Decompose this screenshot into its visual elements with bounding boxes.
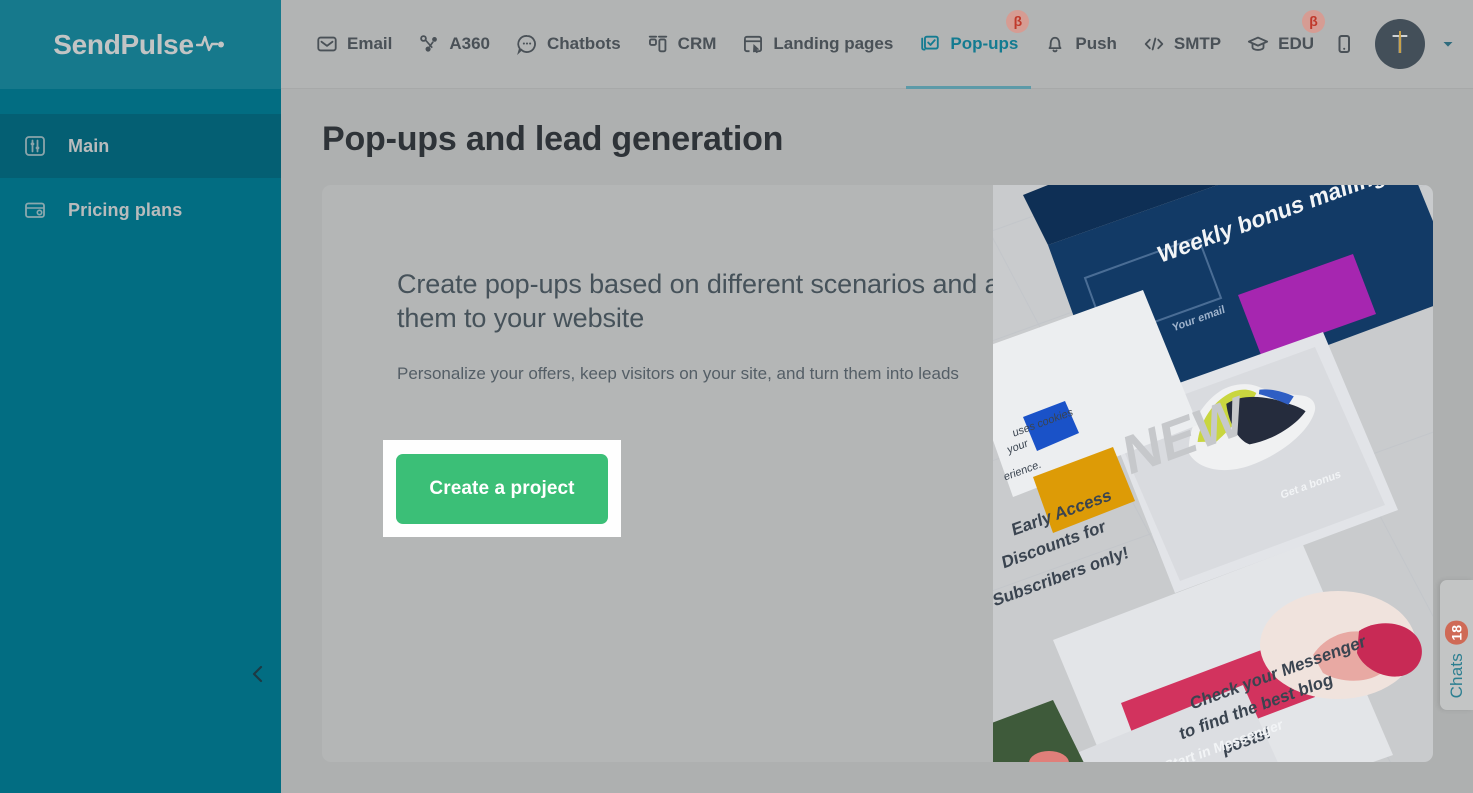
main-area: Email A360 Chatbots CRM Landing pages Po…: [281, 0, 1473, 793]
chevron-left-icon: [247, 663, 269, 690]
sidebar-item-pricing-plans[interactable]: Pricing plans: [0, 178, 281, 242]
sidebar-logo[interactable]: SendPulse: [0, 0, 281, 89]
caret-down-icon[interactable]: [1441, 37, 1455, 51]
kanban-columns-icon: [647, 33, 669, 55]
nav-right-group: T: [1329, 19, 1473, 69]
tab-a360[interactable]: A360: [405, 0, 503, 89]
sidebar-item-main[interactable]: Main: [0, 114, 281, 178]
popup-windows-icon: [919, 33, 941, 55]
nav-tabs: Email A360 Chatbots CRM Landing pages Po…: [303, 0, 1327, 89]
tab-landing-pages[interactable]: Landing pages: [729, 0, 906, 89]
automation-nodes-icon: [418, 33, 440, 55]
landing-page-cursor-icon: [742, 33, 764, 55]
illus-text-your-email: Your email: [1171, 303, 1227, 335]
pulse-wave-icon: [195, 29, 228, 61]
sidebar-item-label: Main: [68, 135, 110, 156]
chat-bubble-icon: [516, 33, 538, 55]
content-area: Pop-ups and lead generation Create pop-u…: [281, 89, 1473, 793]
tab-label: Pop-ups: [950, 34, 1019, 53]
chats-unread-badge: 18: [1445, 621, 1468, 645]
avatar-letter: T: [1392, 28, 1408, 59]
promo-text-block: Create pop-ups based on different scenar…: [397, 267, 1037, 387]
app-root: SendPulse Main Pricing plans Email A360 …: [0, 0, 1473, 793]
avatar[interactable]: T: [1375, 19, 1425, 69]
cta-highlight-box: Create a project: [383, 440, 621, 537]
sidebar-collapse-button[interactable]: [244, 662, 272, 690]
tab-crm[interactable]: CRM: [634, 0, 730, 89]
wallet-icon: [22, 197, 48, 223]
mobile-phone-icon[interactable]: [1329, 29, 1359, 59]
tab-label: EDU: [1278, 34, 1315, 53]
chats-widget[interactable]: Chats 18: [1440, 580, 1473, 710]
illus-text-cookies-1: uses cookies: [1011, 406, 1074, 440]
page-title: Pop-ups and lead generation: [322, 120, 784, 158]
tab-label: Email: [347, 34, 393, 53]
create-a-project-button[interactable]: Create a project: [396, 453, 608, 524]
promo-subtext: Personalize your offers, keep visitors o…: [397, 364, 959, 383]
illus-text-cookies-2: your: [1006, 437, 1030, 457]
tab-label: CRM: [677, 34, 717, 53]
isometric-popup-illustration: Weekly bonus mailing Your email Get a bo…: [993, 185, 1433, 762]
illus-text-new-watermark: NEW: [1119, 384, 1249, 488]
beta-badge: β: [1302, 9, 1326, 33]
code-brackets-icon: [1143, 33, 1165, 55]
illus-text-get-a-bonus: Get a bonus: [1279, 468, 1342, 502]
illus-text-cookies-3: erience.: [1002, 458, 1043, 484]
tab-smtp[interactable]: SMTP: [1130, 0, 1234, 89]
tab-chatbots[interactable]: Chatbots: [503, 0, 634, 89]
tab-label: Push: [1075, 34, 1117, 53]
sliders-icon: [22, 133, 48, 159]
illus-text-weekly-bonus: Weekly bonus mailing: [1155, 185, 1388, 269]
sendpulse-logo: SendPulse: [53, 29, 227, 61]
chats-label: Chats: [1446, 652, 1466, 698]
tab-edu[interactable]: EDU β: [1234, 0, 1327, 89]
logo-wordmark: SendPulse: [53, 28, 194, 60]
sidebar-item-label: Pricing plans: [68, 199, 183, 220]
tab-label: A360: [449, 34, 490, 53]
tab-label: Chatbots: [547, 34, 621, 53]
tab-push[interactable]: Push: [1031, 0, 1130, 89]
tab-email[interactable]: Email: [303, 0, 405, 89]
envelope-icon: [316, 33, 338, 55]
bell-icon: [1044, 33, 1066, 55]
promo-heading: Create pop-ups based on different scenar…: [397, 269, 1030, 333]
tab-label: SMTP: [1173, 34, 1222, 53]
sidebar-spacer: [0, 89, 281, 114]
tab-label: Landing pages: [773, 34, 894, 53]
graduation-cap-icon: [1247, 33, 1269, 55]
promo-card: Create pop-ups based on different scenar…: [322, 185, 1433, 762]
tab-pop-ups[interactable]: Pop-ups β: [906, 0, 1032, 89]
sidebar: SendPulse Main Pricing plans: [0, 0, 281, 793]
beta-badge: β: [1006, 9, 1030, 33]
top-navigation: Email A360 Chatbots CRM Landing pages Po…: [281, 0, 1473, 89]
